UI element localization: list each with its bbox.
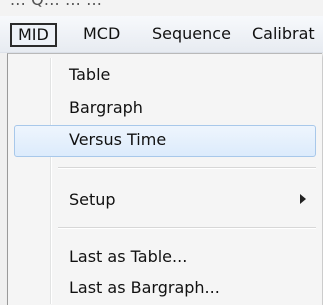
menu-item-label: Versus Time — [69, 130, 167, 149]
menu-item-table[interactable]: Table — [8, 59, 322, 91]
window-title-strip: ... Q... ... ... — [0, 0, 323, 16]
menu-sequence[interactable]: Sequence — [152, 22, 231, 46]
menu-item-label: Setup — [69, 190, 116, 209]
window-title: ... Q... ... ... — [10, 0, 102, 9]
menu-item-last-as-bargraph[interactable]: Last as Bargraph... — [8, 272, 322, 304]
submenu-arrow-icon — [300, 194, 306, 204]
menu-item-bargraph[interactable]: Bargraph — [8, 92, 322, 124]
menu-item-label: Table — [69, 65, 111, 84]
menu-calibrate[interactable]: Calibrat — [252, 22, 315, 46]
menu-separator — [58, 167, 316, 168]
menu-item-last-as-table[interactable]: Last as Table... — [8, 241, 322, 273]
menu-mcd[interactable]: MCD — [83, 22, 120, 46]
menu-item-setup[interactable]: Setup — [8, 184, 322, 216]
menu-mid[interactable]: MID — [10, 23, 57, 47]
menu-bar: MID MCD Sequence Calibrat — [0, 16, 323, 53]
menu-item-label: Last as Table... — [69, 247, 188, 266]
menu-item-versus-time[interactable]: Versus Time — [8, 124, 322, 157]
menu-item-label: Last as Bargraph... — [69, 278, 220, 297]
menu-item-label: Bargraph — [69, 98, 143, 117]
mid-dropdown-menu: Table Bargraph Versus Time Setup Last as… — [7, 53, 322, 305]
menu-separator — [58, 227, 316, 228]
